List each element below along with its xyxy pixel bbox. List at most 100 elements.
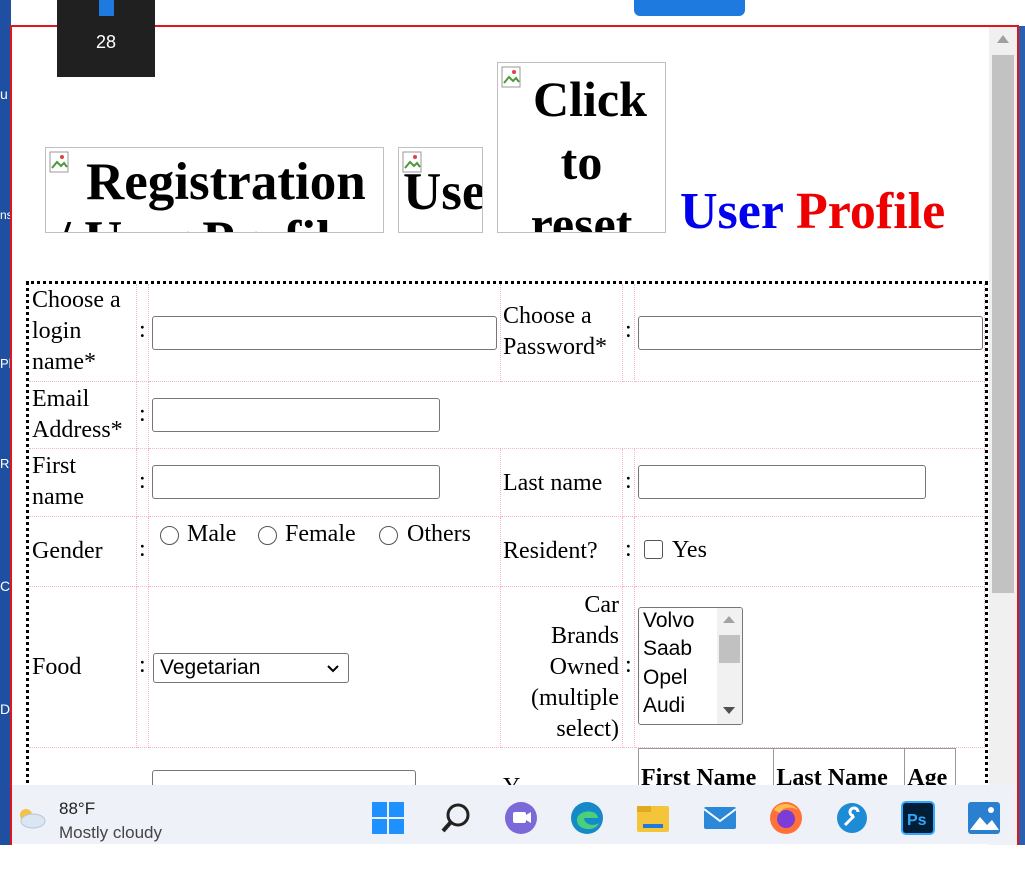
file-explorer-icon[interactable] [635, 800, 671, 836]
label-line: Choose a [503, 303, 592, 329]
car-option[interactable]: Audi [643, 694, 685, 718]
start-icon[interactable] [370, 800, 406, 836]
label-line: Owned [549, 654, 619, 680]
registration-form-table: Choose a login name* : Choose a Password… [26, 281, 988, 847]
taskbar: 88°F Mostly cloudy Ps [12, 785, 1014, 844]
calendar-day: 28 [95, 32, 117, 52]
label-line: name* [32, 349, 96, 375]
label-line: Address* [32, 417, 123, 443]
bottom-strip [0, 845, 1025, 871]
user-image: Use [398, 147, 483, 233]
image-alt-text: Registration [86, 153, 366, 211]
car-option[interactable]: Volvo [643, 609, 694, 633]
registration-image: Registration / User Profile [45, 147, 384, 233]
gender-label: Gender [32, 538, 103, 564]
image-alt-text: reset [530, 196, 633, 233]
label-line: Car [584, 592, 619, 618]
food-selected-value: Vegetarian [160, 656, 261, 679]
scrollbar-thumb[interactable] [992, 55, 1014, 593]
password-input[interactable] [638, 316, 983, 350]
label-line: Choose a [32, 287, 121, 313]
colon: : [625, 317, 632, 343]
colon: : [139, 536, 146, 562]
email-input[interactable] [152, 398, 440, 432]
colon: : [139, 401, 146, 427]
title-user: User [680, 183, 784, 240]
label-line: (multiple [531, 685, 619, 711]
image-alt-text: / User Profile [56, 211, 354, 232]
edge-icon[interactable] [569, 800, 605, 836]
first-name-input[interactable] [152, 465, 440, 499]
photos-icon[interactable] [966, 800, 1002, 836]
image-alt-text: to [560, 134, 603, 190]
resident-label: Resident? [503, 538, 598, 564]
scroll-up-arrow-icon[interactable] [723, 616, 735, 623]
desktop-icon-label: u [0, 86, 8, 102]
page-scrollbar[interactable] [989, 27, 1017, 845]
password-label: Choose a Password* [503, 301, 607, 363]
colon: : [139, 652, 146, 678]
label-line: Brands [551, 623, 619, 649]
chevron-down-icon [327, 665, 339, 673]
email-label: Email Address* [32, 384, 123, 446]
reset-image-button[interactable]: Click to reset [497, 62, 666, 233]
colon: : [625, 468, 632, 494]
gender-male-radio[interactable] [160, 526, 179, 545]
broken-image-icon [49, 151, 69, 173]
colon: : [625, 652, 632, 678]
label-line: name [32, 484, 84, 510]
first-name-label: First name [32, 451, 84, 513]
login-name-input[interactable] [152, 316, 497, 350]
desktop-icon-label: C [0, 578, 11, 594]
colon: : [139, 468, 146, 494]
scroll-up-arrow-icon[interactable] [997, 35, 1009, 43]
car-option[interactable]: Opel [643, 666, 687, 690]
mail-icon[interactable] [702, 800, 738, 836]
car-brands-label: Car Brands Owned (multiple select) [503, 590, 619, 745]
gender-male-label: Male [187, 521, 237, 547]
calendar-accent-bar [99, 0, 114, 16]
calendar-tile[interactable]: 28 [57, 0, 155, 77]
weather-temperature[interactable]: 88°F [59, 799, 95, 819]
desktop-icon-label: D [0, 701, 11, 717]
gender-others-label: Others [407, 521, 471, 547]
label-line: login [32, 318, 82, 344]
car-option[interactable]: Saab [643, 637, 692, 661]
gender-others-radio[interactable] [379, 526, 398, 545]
image-alt-text: Use [403, 163, 483, 221]
food-label: Food [32, 654, 82, 680]
last-name-input[interactable] [638, 465, 926, 499]
car-brands-multiselect[interactable]: Volvo Saab Opel Audi [638, 607, 743, 725]
browser-viewport: Registration / User Profile Use Click to… [10, 25, 1019, 849]
title-profile: Profile [796, 183, 946, 240]
label-line: Password* [503, 334, 608, 360]
teams-chat-icon[interactable] [503, 800, 539, 836]
cloud-sun-icon[interactable] [16, 807, 46, 829]
list-scrollbar[interactable] [717, 608, 742, 724]
top-blue-button[interactable] [634, 0, 745, 16]
settings-tool-icon[interactable] [834, 800, 870, 836]
scroll-down-arrow-icon[interactable] [723, 707, 735, 714]
resident-checkbox[interactable] [644, 540, 663, 559]
label-line: select) [556, 716, 619, 742]
label-line: Email [32, 386, 90, 412]
colon: : [625, 536, 632, 562]
login-name-label: Choose a login name* [32, 285, 121, 378]
food-select[interactable]: Vegetarian [153, 653, 349, 683]
search-icon[interactable] [438, 800, 474, 836]
last-name-label: Last name [503, 470, 603, 496]
weather-condition[interactable]: Mostly cloudy [59, 823, 162, 843]
image-alt-text: Click [533, 71, 647, 127]
page-title: User Profile [680, 182, 945, 241]
top-app-strip [11, 0, 1025, 26]
photoshop-icon[interactable]: Ps [900, 800, 936, 836]
list-scrollbar-thumb[interactable] [719, 635, 740, 663]
broken-image-icon [501, 66, 521, 88]
gender-female-radio[interactable] [258, 526, 277, 545]
resident-yes-label: Yes [672, 537, 707, 563]
gender-female-label: Female [285, 521, 356, 547]
svg-text:Ps: Ps [907, 812, 927, 829]
colon: : [139, 317, 146, 343]
firefox-icon[interactable] [768, 800, 804, 836]
label-line: First [32, 453, 77, 479]
